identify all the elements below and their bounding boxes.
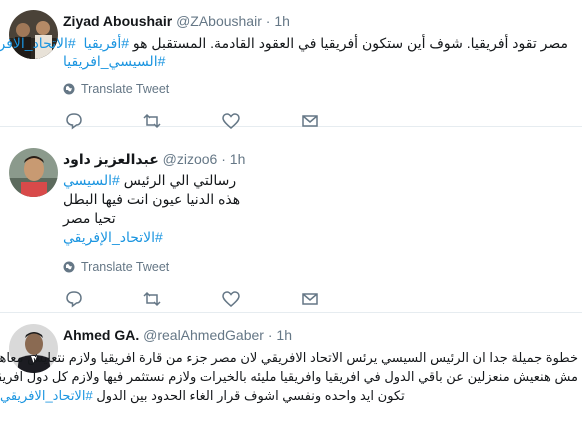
translate-label: Translate Tweet — [81, 260, 170, 274]
hashtag-link[interactable]: #الاتحاد_الافريقي — [0, 35, 76, 51]
tweet-text: مصر تقود أفريقيا. شوف أين ستكون أفريقيا … — [0, 34, 568, 70]
tweet-line: تحيا مصر — [63, 210, 116, 226]
tweet-line: مش هنعيش منعزلين عن باقي الدول في افريقي… — [0, 369, 578, 384]
separator-dot: · — [221, 151, 226, 167]
translate-tweet[interactable]: Translate Tweet — [63, 81, 169, 97]
tweet-text-segment: تكون ايد واحده ونفسي اشوف قرار الغاء الح… — [92, 388, 405, 403]
timestamp[interactable]: 1h — [276, 327, 292, 343]
tweet-header: عبدالعزيز داود @zizoo6 · 1h — [63, 150, 245, 168]
tweet-text: خطوة جميلة جدا ان الرئيس السيسي يرئس الا… — [0, 348, 578, 405]
separator-dot: · — [267, 327, 273, 343]
hashtag-link[interactable]: #الاتحاد_الإفريقي — [63, 228, 568, 247]
globe-icon — [63, 261, 75, 273]
timestamp[interactable]: 1h — [230, 151, 246, 167]
hashtag-link[interactable]: #السيسي_افريقيا — [63, 52, 568, 70]
display-name[interactable]: Ahmed GA. — [63, 327, 139, 343]
direct-message-icon[interactable] — [300, 289, 320, 309]
hashtag-link[interactable]: #الاتحاد_الافريقي — [0, 388, 93, 403]
tweet-header: Ahmed GA. @realAhmedGaber · 1h — [63, 326, 292, 344]
avatar[interactable] — [9, 148, 58, 197]
tweet-2[interactable]: عبدالعزيز داود @zizoo6 · 1h رسالتي الي ا… — [0, 138, 582, 313]
like-icon[interactable] — [221, 111, 241, 131]
reply-icon[interactable] — [64, 111, 84, 131]
tweet-1[interactable]: Ziyad Aboushair @ZAboushair · 1h مصر تقو… — [0, 0, 582, 130]
tweet-line: خطوة جميلة جدا ان الرئيس السيسي يرئس الا… — [0, 350, 578, 365]
display-name[interactable]: عبدالعزيز داود — [63, 151, 159, 167]
reply-icon[interactable] — [64, 289, 84, 309]
tweet-text: رسالتي الي الرئيس #السيسي هذه الدنيا عيو… — [63, 171, 568, 247]
handle[interactable]: @ZAboushair — [176, 13, 262, 29]
tweet-line: مصر تقود أفريقيا. شوف أين ستكون أفريقيا … — [0, 34, 568, 52]
tweet-line: تكون ايد واحده ونفسي اشوف قرار الغاء الح… — [0, 386, 578, 405]
translate-tweet[interactable]: Translate Tweet — [63, 259, 169, 275]
like-icon[interactable] — [221, 289, 241, 309]
display-name[interactable]: Ziyad Aboushair — [63, 13, 172, 29]
translate-label: Translate Tweet — [81, 82, 170, 96]
timestamp[interactable]: 1h — [274, 13, 290, 29]
direct-message-icon[interactable] — [300, 111, 320, 131]
retweet-icon[interactable] — [142, 289, 162, 309]
tweet-header: Ziyad Aboushair @ZAboushair · 1h — [63, 12, 290, 30]
tweet-line: رسالتي الي الرئيس #السيسي — [63, 171, 568, 190]
handle[interactable]: @zizoo6 — [163, 151, 218, 167]
separator-dot: · — [265, 13, 271, 29]
tweet-3[interactable]: Ahmed GA. @realAhmedGaber · 1h خطوة جميل… — [0, 314, 582, 436]
retweet-icon[interactable] — [142, 111, 162, 131]
globe-icon — [63, 83, 75, 95]
hashtag-link[interactable]: #أفريقيا — [83, 35, 129, 51]
hashtag-link[interactable]: #السيسي — [63, 172, 120, 188]
tweet-text-segment: مصر تقود أفريقيا. شوف أين ستكون أفريقيا … — [129, 35, 568, 51]
tweet-text-segment: رسالتي الي الرئيس — [119, 172, 237, 188]
tweet-line: هذه الدنيا عيون انت فيها البطل — [63, 191, 241, 207]
handle[interactable]: @realAhmedGaber — [143, 327, 264, 343]
